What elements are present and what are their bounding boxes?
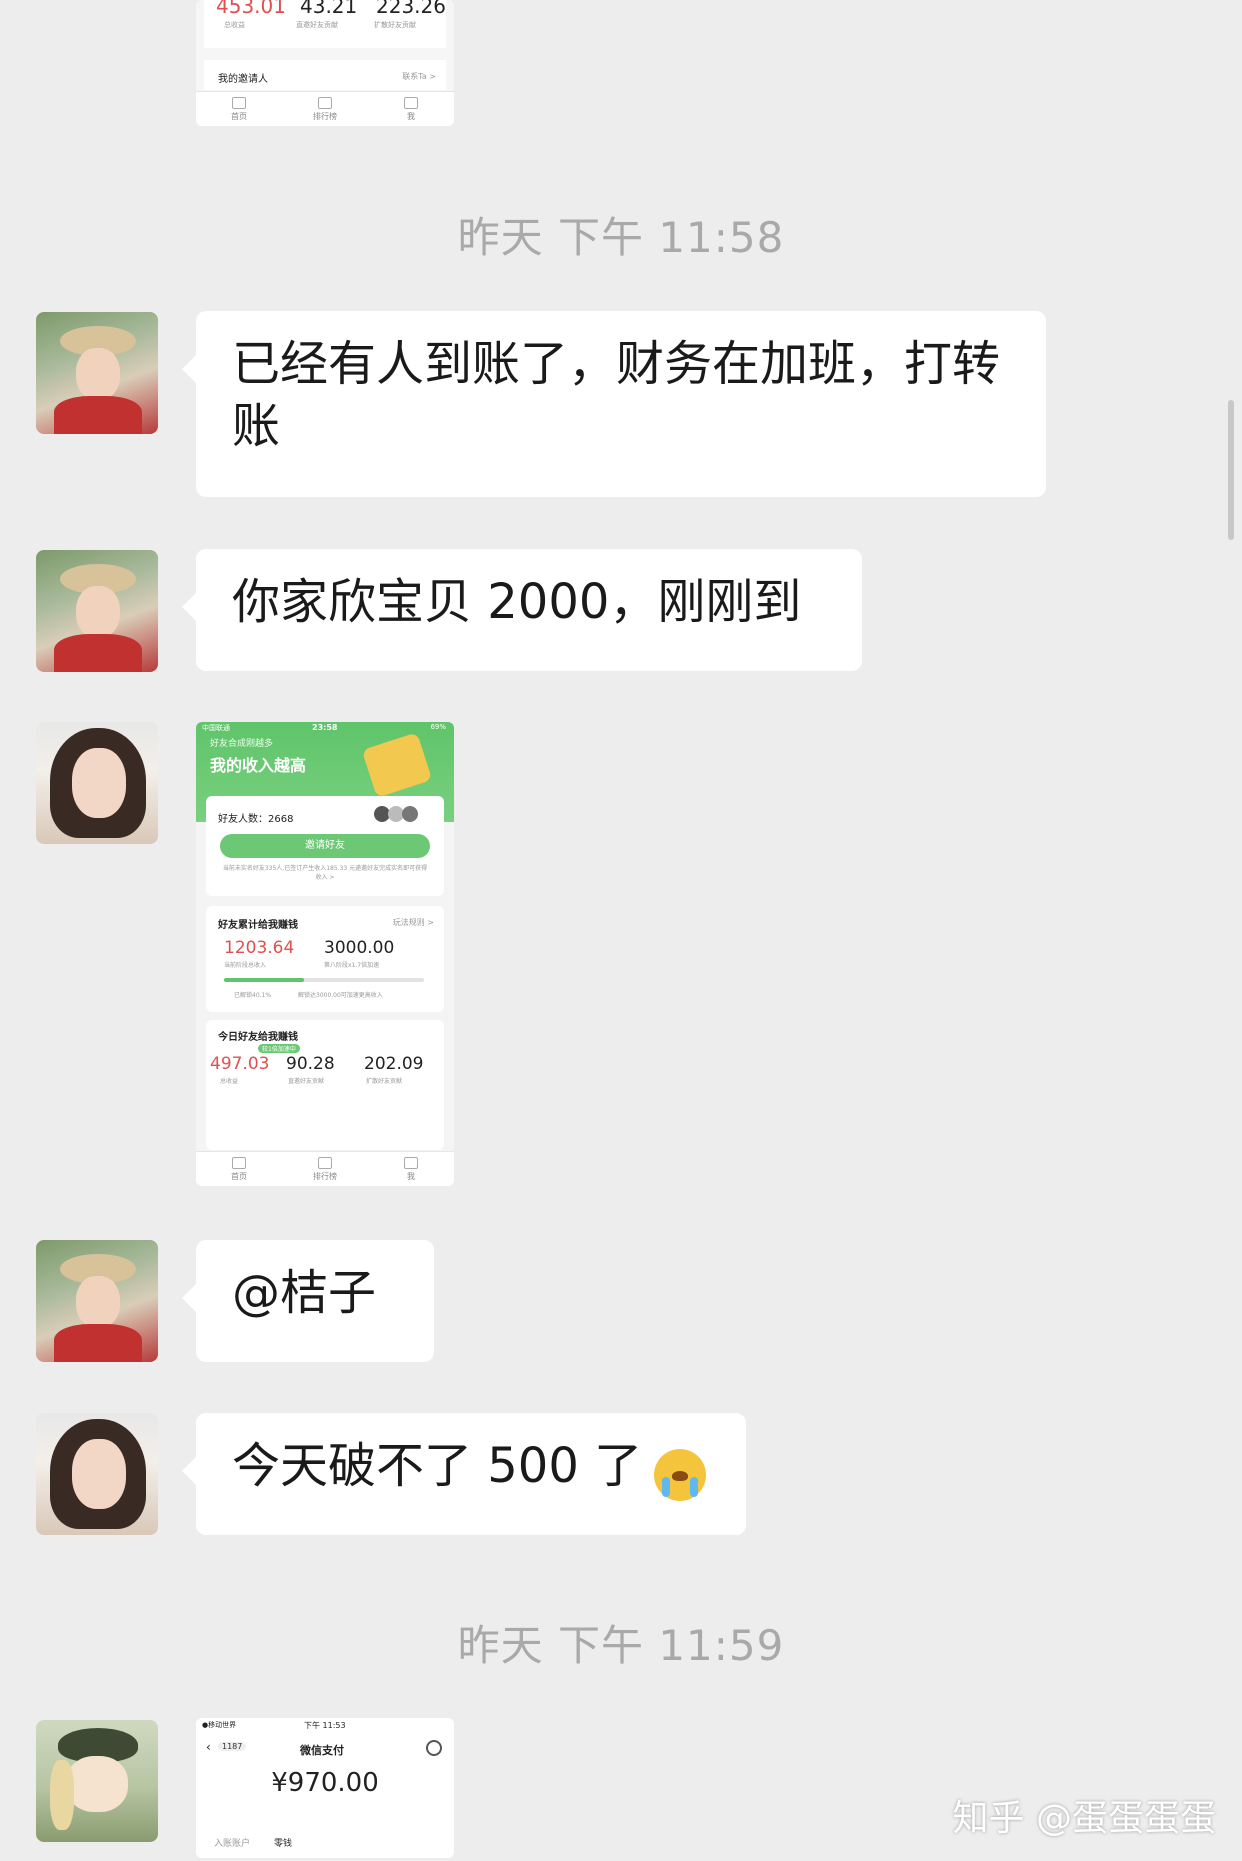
face-icon (72, 748, 126, 818)
message-text: @桔子 (232, 1265, 377, 1321)
earnings-row: 453.01 43.21 223.26 总收益 直邀好友贡献 扩散好友贡献 (204, 0, 446, 48)
notice-text: 当前未实名好友335人,已签订产生收入185.33 元递邀好友完成实名即可获得收… (222, 865, 428, 881)
avatar[interactable] (36, 1413, 158, 1535)
spread-earning-label: 扩散好友贡献 (374, 21, 416, 29)
watermark: 知乎 @蛋蛋蛋蛋 (952, 1798, 1216, 1839)
message-bubble[interactable]: 今天破不了 500 了 (182, 1413, 746, 1535)
tab-me[interactable]: 我 (381, 96, 441, 122)
progress-track (224, 978, 424, 982)
today-title: 今日好友给我赚钱 (218, 1032, 298, 1043)
thumb-tabbar: 首页 排行榜 我 (196, 1151, 454, 1186)
invite-friends-button[interactable]: 邀请好友 (220, 834, 430, 858)
earn-title: 好友累计给我赚钱 (218, 920, 298, 931)
face-icon (76, 586, 120, 638)
face-icon (66, 1756, 128, 1812)
direct-earning-label: 直邀好友贡献 (296, 21, 338, 29)
direct-earning-value: 43.21 (300, 0, 358, 18)
status-time: 23:58 (312, 723, 338, 732)
inviter-label: 我的邀请人 (218, 74, 268, 85)
message-text: 你家欣宝贝 2000，刚刚到 (232, 574, 802, 630)
tear-icon (690, 1477, 698, 1497)
rules-link[interactable]: 玩法规则 > (393, 917, 434, 928)
today-spread-value: 202.09 (364, 1054, 424, 1074)
progress-label: 已解锁40.1% (234, 992, 272, 999)
avatar[interactable] (36, 1720, 158, 1842)
carrier-text: ●移动世界 (202, 1721, 237, 1729)
today-total-value: 497.03 (210, 1054, 270, 1074)
battery-text: 69% (430, 723, 446, 731)
dress-icon (54, 396, 142, 434)
goal-value: 3000.00 (324, 938, 395, 958)
speedup-badge: 较1倍加速中 (258, 1044, 300, 1053)
avatar[interactable] (36, 312, 158, 434)
page-title: 微信支付 (300, 1744, 344, 1757)
crying-emoji-icon (654, 1449, 706, 1501)
avatar[interactable] (36, 550, 158, 672)
account-value: 零钱 (274, 1839, 293, 1849)
contact-link[interactable]: 联系Ta > (402, 71, 436, 82)
avatar[interactable] (36, 722, 158, 844)
goal-label: 第八阶段x1.7倍加速 (324, 962, 380, 969)
gift-icon (361, 732, 433, 798)
today-direct-value: 90.28 (286, 1054, 335, 1074)
banner-subtitle: 好友合成刚越多 (210, 739, 274, 749)
dress-icon (54, 1324, 142, 1362)
user-icon (404, 1156, 418, 1169)
home-icon (232, 1156, 246, 1169)
inviter-row[interactable]: 我的邀请人 联系Ta > (204, 60, 446, 90)
dress-icon (54, 634, 142, 672)
message-bubble[interactable]: 你家欣宝贝 2000，刚刚到 (182, 549, 862, 671)
message-text: 今天破不了 500 了 (232, 1438, 643, 1494)
face-icon (76, 348, 120, 400)
flag-icon (318, 96, 332, 109)
unread-badge[interactable]: 1187 (218, 1742, 247, 1751)
earnings-card: 好友累计给我赚钱 玩法规则 > 1203.64 3000.00 当前阶段总收入 … (206, 906, 444, 1012)
friends-count: 好友人数：2668 (218, 814, 294, 825)
total-income-label: 当前阶段总收入 (224, 962, 267, 969)
mouth-icon (672, 1471, 688, 1481)
hair-icon (50, 1760, 74, 1830)
face-icon (72, 1439, 126, 1509)
friend-avatar-icon (402, 806, 418, 822)
tab-home[interactable]: 首页 (209, 1156, 269, 1182)
total-income-value: 1203.64 (224, 938, 295, 958)
total-earning-label: 总收益 (224, 21, 245, 29)
today-spread-label: 扩散好友贡献 (366, 1078, 403, 1085)
carrier-text: 中国联通 (202, 724, 230, 732)
shared-screenshot-top[interactable]: 453.01 43.21 223.26 总收益 直邀好友贡献 扩散好友贡献 我的… (196, 0, 454, 126)
today-card: 今日好友给我赚钱 较1倍加速中 497.03 90.28 202.09 总收益 … (206, 1020, 444, 1150)
message-timestamp: 昨天 下午 11:59 (457, 1621, 785, 1670)
settings-gear-icon[interactable] (426, 1740, 442, 1756)
payment-screenshot[interactable]: ●移动世界 下午 11:53 ‹ 1187 微信支付 ¥970.00 入账账户 … (196, 1718, 454, 1858)
avatar[interactable] (36, 1240, 158, 1362)
tab-rank[interactable]: 排行榜 (295, 96, 355, 122)
flag-icon (318, 1156, 332, 1169)
tab-home[interactable]: 首页 (209, 96, 269, 122)
payment-amount: ¥970.00 (271, 1768, 379, 1798)
user-icon (404, 96, 418, 109)
tab-rank[interactable]: 排行榜 (295, 1156, 355, 1182)
message-timestamp: 昨天 下午 11:58 (457, 213, 785, 262)
back-chevron-icon[interactable]: ‹ (206, 1740, 211, 1754)
message-bubble[interactable]: 已经有人到账了，财务在加班，打转账 (182, 311, 1046, 497)
face-icon (76, 1276, 120, 1328)
friends-card: 好友人数：2668 邀请好友 当前未实名好友335人,已签订产生收入185.33… (206, 796, 444, 896)
progress-hint: 解锁达3000.00可加速更高收入 (298, 992, 383, 999)
progress-fill (224, 978, 305, 982)
account-label: 入账账户 (214, 1839, 251, 1849)
scrollbar[interactable] (1228, 400, 1234, 540)
status-time: 下午 11:53 (304, 1721, 346, 1730)
thumb-tabbar: 首页 排行榜 我 (196, 91, 454, 126)
shared-screenshot[interactable]: 中国联通 23:58 69% 好友合成刚越多 我的收入越高 好友人数：2668 … (196, 722, 454, 1186)
tear-icon (662, 1477, 670, 1497)
message-text: 已经有人到账了，财务在加班，打转账 (232, 336, 1001, 454)
today-direct-label: 直邀好友贡献 (288, 1078, 325, 1085)
message-bubble[interactable]: @桔子 (182, 1240, 434, 1362)
total-earning-value: 453.01 (216, 0, 286, 18)
banner-title: 我的收入越高 (210, 756, 307, 775)
tab-me[interactable]: 我 (381, 1156, 441, 1182)
spread-earning-value: 223.26 (376, 0, 446, 18)
today-total-label: 总收益 (220, 1078, 239, 1085)
home-icon (232, 96, 246, 109)
